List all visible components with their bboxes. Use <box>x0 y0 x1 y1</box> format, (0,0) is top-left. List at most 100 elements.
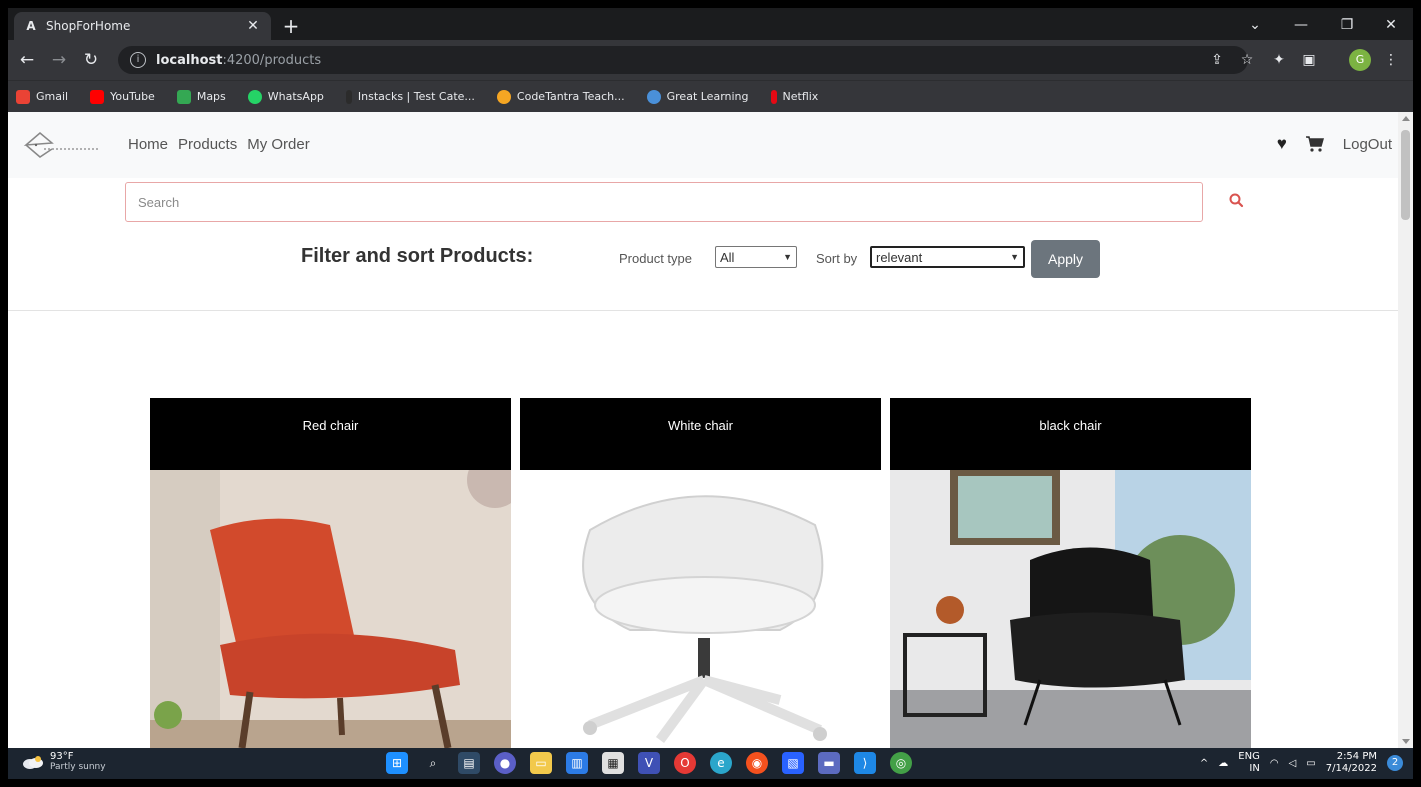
photos-icon[interactable]: ▧ <box>782 752 804 774</box>
page-scrollbar[interactable] <box>1398 112 1413 748</box>
clock-date: 7/14/2022 <box>1325 763 1377 774</box>
tab-close-icon[interactable]: ✕ <box>245 18 261 34</box>
clock[interactable]: 2:54 PM 7/14/2022 <box>1326 751 1377 775</box>
new-tab-icon[interactable]: + <box>280 15 302 37</box>
site-navbar: Home Products My Order ♥ LogOut <box>8 112 1398 178</box>
restore-icon[interactable]: ❐ <box>1324 14 1370 36</box>
clock-time: 2:54 PM <box>1336 751 1377 762</box>
bookmark-whatsapp[interactable]: WhatsApp <box>247 89 324 104</box>
windows-start-icon[interactable]: ⊞ <box>386 752 408 774</box>
product-card[interactable]: Red chair <box>150 398 511 748</box>
nav-right: ♥ LogOut <box>1277 134 1392 154</box>
task-view-icon[interactable]: ▤ <box>458 752 480 774</box>
bookmark-gmail[interactable]: Gmail <box>16 89 68 104</box>
close-window-icon[interactable]: ✕ <box>1368 14 1414 36</box>
product-card[interactable]: black chair <box>890 398 1251 748</box>
youtube-icon <box>90 89 105 104</box>
codetantra-icon <box>496 89 511 104</box>
search-icon[interactable] <box>1228 192 1246 210</box>
site-info-icon[interactable]: i <box>130 52 146 68</box>
nav-home-link[interactable]: Home <box>128 136 168 153</box>
wifi-icon[interactable]: ◠ <box>1270 758 1279 769</box>
minimize-icon[interactable]: — <box>1278 14 1324 36</box>
great-learning-icon <box>646 89 661 104</box>
red-chair-image[interactable] <box>150 470 511 748</box>
scrollbar-thumb[interactable] <box>1401 130 1410 220</box>
battery-icon[interactable]: ▭ <box>1306 758 1315 769</box>
weather-condition: Partly sunny <box>50 762 106 772</box>
product-type-value: All <box>720 249 735 265</box>
side-panel-icon[interactable]: ▣ <box>1298 49 1320 71</box>
gmail-icon <box>16 89 30 104</box>
chrome-icon[interactable]: ◎ <box>890 752 912 774</box>
app-icon-java[interactable]: ▬ <box>818 752 840 774</box>
filter-sort-row: Filter and sort Products: Product type A… <box>8 240 1398 280</box>
bookmarks-bar: Gmail YouTube Maps WhatsApp Instacks | T… <box>8 80 1413 112</box>
reload-icon[interactable]: ↻ <box>80 49 102 71</box>
browser-toolbar: ← → ↻ i localhost :4200/products ⇪ ☆ ✦ ▣… <box>8 40 1413 80</box>
scroll-down-icon[interactable] <box>1402 739 1410 744</box>
sort-by-select[interactable]: relevant ▼ <box>870 246 1025 268</box>
onedrive-cloud-icon[interactable]: ☁ <box>1218 758 1228 769</box>
weather-cloud-icon <box>23 756 43 769</box>
filter-title: Filter and sort Products: <box>301 245 534 267</box>
weather-temperature: 93°F <box>50 751 74 762</box>
back-icon[interactable]: ← <box>16 49 38 71</box>
bookmark-netflix[interactable]: Netflix <box>770 89 818 104</box>
product-type-select[interactable]: All ▼ <box>715 246 797 268</box>
teams-chat-icon[interactable]: ● <box>494 752 516 774</box>
product-type-label: Product type <box>619 251 692 266</box>
forward-icon[interactable]: → <box>48 49 70 71</box>
bookmark-codetantra[interactable]: CodeTantra Teach... <box>496 89 625 104</box>
bookmark-great-learning[interactable]: Great Learning <box>646 89 749 104</box>
windows-taskbar: 93°F Partly sunny ⊞ ⌕ ▤ ● ▭ ▥ ▦ V O e ◉ … <box>8 748 1413 779</box>
app-icon-v[interactable]: V <box>638 752 660 774</box>
browser-app-icon[interactable]: ◉ <box>746 752 768 774</box>
netflix-icon <box>770 89 777 104</box>
edge-icon[interactable]: e <box>710 752 732 774</box>
black-chair-image[interactable] <box>890 470 1251 748</box>
volume-icon[interactable]: ◁ <box>1289 758 1297 769</box>
tab-search-icon[interactable]: ⌄ <box>1232 14 1278 36</box>
bookmark-youtube[interactable]: YouTube <box>90 89 155 104</box>
white-chair-image[interactable] <box>520 470 881 748</box>
address-bar[interactable]: i localhost :4200/products <box>118 46 1248 74</box>
bookmark-maps[interactable]: Maps <box>176 89 226 104</box>
weather-widget[interactable]: 93°F Partly sunny <box>22 751 106 773</box>
file-explorer-icon[interactable]: ▭ <box>530 752 552 774</box>
notification-icon[interactable]: 2 <box>1387 755 1403 771</box>
tray-overflow-icon[interactable]: ^ <box>1200 758 1208 769</box>
tab-title: ShopForHome <box>46 19 131 33</box>
sort-by-label: Sort by <box>816 251 858 266</box>
menu-kebab-icon[interactable]: ⋮ <box>1380 49 1402 71</box>
divider <box>8 310 1398 311</box>
wishlist-heart-icon[interactable]: ♥ <box>1277 134 1287 154</box>
scroll-up-icon[interactable] <box>1402 116 1410 121</box>
bookmark-instacks[interactable]: Instacks | Test Cate... <box>345 89 475 104</box>
tab-favicon-icon: A <box>26 19 36 33</box>
sort-by-value: relevant <box>876 249 923 265</box>
cart-icon[interactable] <box>1305 135 1325 153</box>
search-taskbar-icon[interactable]: ⌕ <box>422 752 444 774</box>
product-title: black chair <box>890 398 1251 470</box>
nav-products-link[interactable]: Products <box>178 136 237 153</box>
profile-avatar[interactable]: G <box>1349 49 1371 71</box>
calendar-app-icon[interactable]: ▦ <box>602 752 624 774</box>
vscode-icon[interactable]: ⟩ <box>854 752 876 774</box>
product-card[interactable]: White chair <box>520 398 881 748</box>
whatsapp-icon <box>247 89 262 104</box>
product-title: White chair <box>520 398 881 470</box>
language-indicator[interactable]: ENG IN <box>1238 751 1260 775</box>
nav-my-order-link[interactable]: My Order <box>247 136 310 153</box>
share-icon[interactable]: ⇪ <box>1206 49 1228 71</box>
store-icon[interactable]: ▥ <box>566 752 588 774</box>
browser-tab[interactable]: A ShopForHome ✕ <box>14 12 271 40</box>
apply-button[interactable]: Apply <box>1031 240 1100 278</box>
site-logo-icon[interactable] <box>22 127 102 163</box>
opera-icon[interactable]: O <box>674 752 696 774</box>
bookmark-star-icon[interactable]: ☆ <box>1236 49 1258 71</box>
logout-link[interactable]: LogOut <box>1343 136 1392 153</box>
system-tray: ^ ☁ ENG IN ◠ ◁ ▭ 2:54 PM 7/14/2022 2 <box>1200 751 1403 775</box>
search-input[interactable] <box>138 194 1190 210</box>
extensions-icon[interactable]: ✦ <box>1268 49 1290 71</box>
